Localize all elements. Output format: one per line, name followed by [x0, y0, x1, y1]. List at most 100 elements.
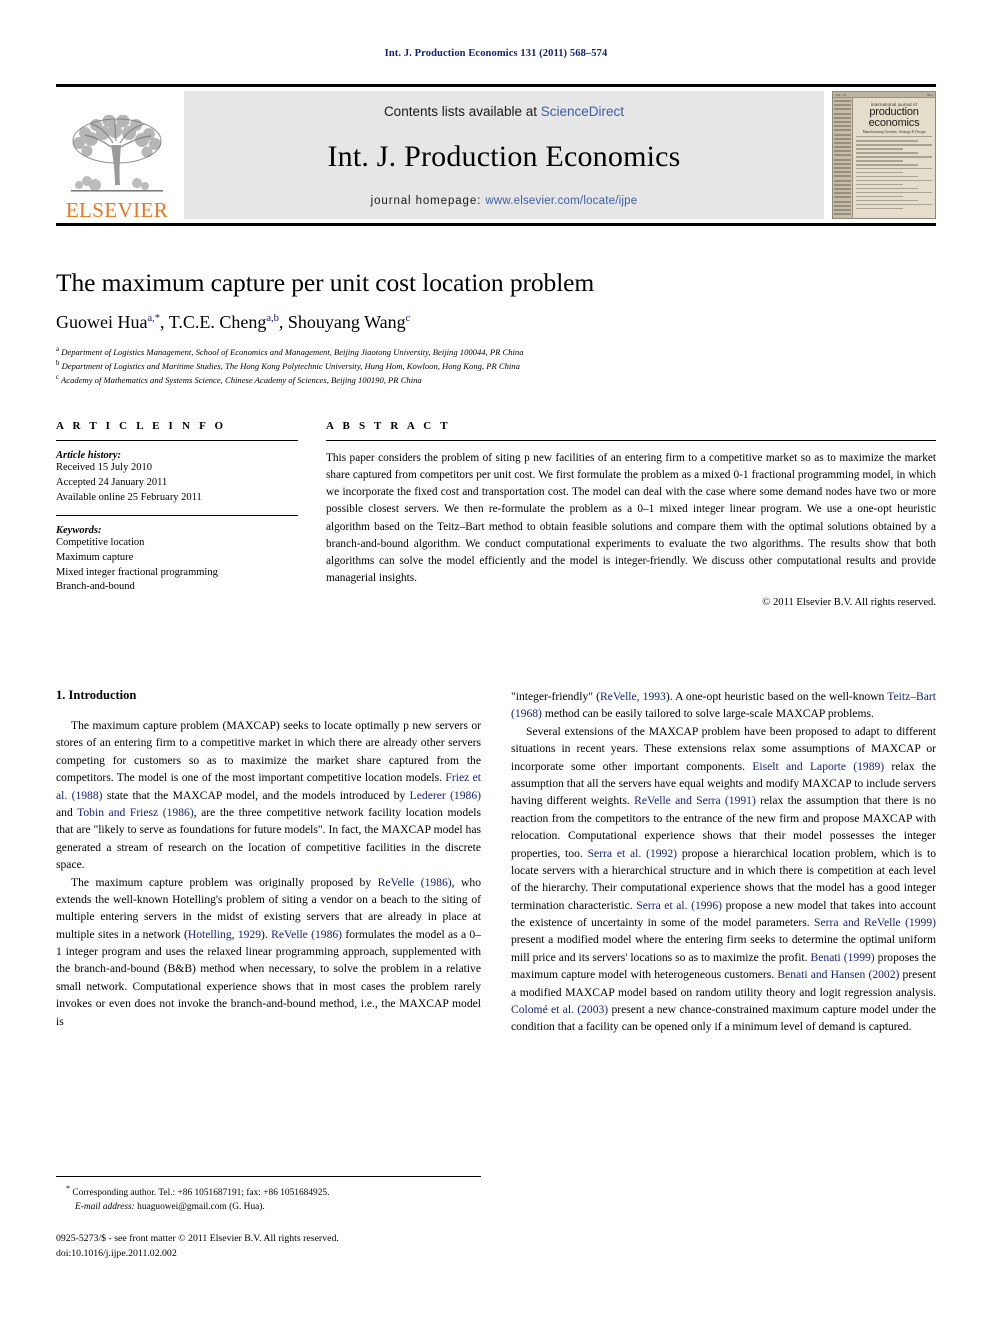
- article-history-block: Article history: Received 15 July 2010 A…: [56, 450, 298, 506]
- affiliation-text: Department of Logistics Management, Scho…: [61, 346, 524, 357]
- keyword-item: Maximum capture: [56, 551, 134, 563]
- affiliation-list: a Department of Logistics Management, Sc…: [56, 345, 936, 388]
- author-separator: ,: [160, 312, 169, 333]
- affiliation-mark: c: [56, 374, 60, 382]
- paragraph: "integer-friendly" (ReVelle, 1993). A on…: [511, 690, 937, 721]
- cover-contents-lines: [856, 140, 932, 210]
- citation-link[interactable]: Benati and Hansen (2002): [777, 968, 899, 981]
- affiliation-mark: a: [56, 345, 60, 353]
- contents-prefix: Contents lists available at: [383, 104, 541, 119]
- doi-line[interactable]: doi:10.1016/j.ijpe.2011.02.002: [56, 1247, 496, 1262]
- elsevier-wordmark: ELSEVIER: [65, 198, 169, 222]
- history-received: Received 15 July 2010: [56, 462, 152, 473]
- citation-link[interactable]: Serra and ReVelle (1999): [814, 916, 936, 929]
- abstract-copyright: © 2011 Elsevier B.V. All rights reserved…: [762, 597, 936, 609]
- body-columns: 1. Introduction The maximum capture prob…: [56, 688, 936, 1036]
- history-available-online: Available online 25 February 2011: [56, 491, 202, 503]
- journal-homepage-line: journal homepage: www.elsevier.com/locat…: [371, 195, 638, 207]
- divider: [326, 440, 936, 441]
- affiliation-text: Department of Logistics and Maritime Stu…: [61, 360, 520, 371]
- footer-metadata: 0925-5273/$ - see front matter © 2011 El…: [56, 1232, 496, 1261]
- paragraph: The maximum capture problem (MAXCAP) see…: [56, 719, 482, 872]
- section-heading-introduction: 1. Introduction: [56, 688, 137, 702]
- contents-available-line: Contents lists available at ScienceDirec…: [384, 104, 624, 119]
- article-info-column: A R T I C L E I N F O Article history: R…: [56, 420, 298, 608]
- author-entry: Guowei Huaa,*: [56, 312, 160, 332]
- footnote-block: * Corresponding author. Tel.: +86 105168…: [56, 1176, 481, 1214]
- cover-title-line2: economics: [868, 117, 920, 129]
- keywords-block: Keywords: Competitive location Maximum c…: [56, 525, 298, 596]
- citation-link[interactable]: Colomé et al. (2003): [511, 1003, 608, 1016]
- citation-link[interactable]: Teitz–Bart (1968): [511, 690, 936, 720]
- journal-cover-thumbnail: VOL 131 2011 international journal of pro…: [832, 91, 936, 219]
- divider: [56, 514, 298, 516]
- info-abstract-section: A R T I C L E I N F O Article history: R…: [56, 420, 936, 608]
- email-address-value[interactable]: huaguowei@gmail.com (G. Hua).: [137, 1202, 265, 1212]
- email-note: E-mail address: huaguowei@gmail.com (G. …: [56, 1201, 481, 1215]
- citation-link[interactable]: Benati (1999): [811, 951, 875, 964]
- affiliation-item: c Academy of Mathematics and Systems Sci…: [56, 373, 936, 387]
- citation-link[interactable]: ReVelle (1986): [271, 928, 342, 941]
- elsevier-tree-icon: [71, 115, 163, 192]
- citation-link[interactable]: Serra et al. (1996): [636, 899, 722, 912]
- history-accepted: Accepted 24 January 2011: [56, 476, 168, 488]
- author-name: Guowei Hua: [56, 312, 148, 333]
- keyword-item: Mixed integer fractional programming: [56, 566, 218, 578]
- affiliation-text: Academy of Mathematics and Systems Scien…: [61, 374, 422, 385]
- corresponding-author-note: * Corresponding author. Tel.: +86 105168…: [56, 1183, 481, 1201]
- title-block: The maximum capture per unit cost locati…: [56, 268, 936, 387]
- author-entry: T.C.E. Chenga,b: [169, 312, 279, 332]
- affiliation-item: a Department of Logistics Management, Sc…: [56, 345, 936, 359]
- author-affil-marks: c: [405, 313, 411, 325]
- sciencedirect-link[interactable]: ScienceDirect: [541, 104, 624, 119]
- author-affil-marks: a,b: [266, 313, 279, 325]
- author-list: Guowei Huaa,*, T.C.E. Chenga,b, Shouyang…: [56, 312, 936, 334]
- author-separator: ,: [278, 312, 288, 333]
- citation-link[interactable]: Eiselt and Laporte (1989): [752, 760, 884, 773]
- citation-link[interactable]: Lederer: [410, 789, 446, 802]
- citation-link[interactable]: Serra et al. (1992): [588, 847, 677, 860]
- journal-banner: Contents lists available at ScienceDirec…: [184, 91, 824, 219]
- article-history-label: Article history:: [56, 450, 122, 461]
- journal-homepage-link[interactable]: www.elsevier.com/locate/ijpe: [485, 195, 637, 207]
- abstract-heading: A B S T R A C T: [326, 420, 451, 432]
- article-info-heading: A R T I C L E I N F O: [56, 420, 227, 432]
- citation-link[interactable]: Tobin and Friesz (1986): [77, 806, 194, 819]
- keywords-label: Keywords:: [56, 524, 102, 536]
- corresponding-author-text: Corresponding author. Tel.: +86 10516871…: [72, 1188, 330, 1199]
- email-address-label: E-mail address:: [75, 1201, 135, 1212]
- elsevier-logo: ELSEVIER: [56, 87, 178, 223]
- running-head: Int. J. Production Economics 131 (2011) …: [384, 48, 608, 59]
- divider: [56, 440, 298, 441]
- article-page: Int. J. Production Economics 131 (2011) …: [0, 0, 992, 1323]
- paragraph: Several extensions of the MAXCAP problem…: [511, 724, 936, 1034]
- keyword-item: Competitive location: [56, 536, 145, 548]
- issn-front-matter-line: 0925-5273/$ - see front matter © 2011 El…: [56, 1233, 339, 1244]
- cover-subtitle: Manufacturing Systems, Strategy & Design: [856, 130, 932, 137]
- cover-body: international journal of production econ…: [833, 98, 935, 218]
- cover-main: international journal of production econ…: [853, 98, 935, 218]
- affiliation-item: b Department of Logistics and Maritime S…: [56, 359, 936, 373]
- paragraph: The maximum capture problem was original…: [56, 875, 482, 1028]
- citation-link[interactable]: Hotelling, 1929: [188, 928, 261, 941]
- citation-link[interactable]: (1986): [450, 789, 481, 802]
- author-name: Shouyang Wang: [287, 312, 406, 333]
- page-title: The maximum capture per unit cost locati…: [56, 268, 595, 297]
- affiliation-mark: b: [56, 359, 60, 367]
- citation-link[interactable]: ReVelle and Serra (1991): [634, 794, 756, 807]
- journal-title: Int. J. Production Economics: [327, 140, 681, 173]
- body-column-right: "integer-friendly" (ReVelle, 1993). A on…: [511, 688, 936, 1036]
- abstract-column: A B S T R A C T This paper considers the…: [326, 420, 936, 608]
- author-name: T.C.E. Cheng: [168, 312, 267, 333]
- keyword-item: Branch-and-bound: [56, 581, 135, 593]
- author-affil-marks: a,*: [147, 313, 161, 325]
- body-column-left: 1. Introduction The maximum capture prob…: [56, 688, 481, 1036]
- cover-side-column: [833, 98, 853, 218]
- abstract-text: This paper considers the problem of siti…: [326, 452, 936, 585]
- homepage-prefix: journal homepage:: [370, 195, 486, 207]
- author-entry: Shouyang Wangc: [288, 312, 410, 332]
- citation-link[interactable]: ReVelle (1986): [378, 876, 452, 889]
- asterisk-icon: *: [66, 1184, 70, 1193]
- citation-link[interactable]: ReVelle, 1993: [600, 690, 666, 703]
- journal-masthead: ELSEVIER Contents lists available at Sci…: [56, 84, 936, 226]
